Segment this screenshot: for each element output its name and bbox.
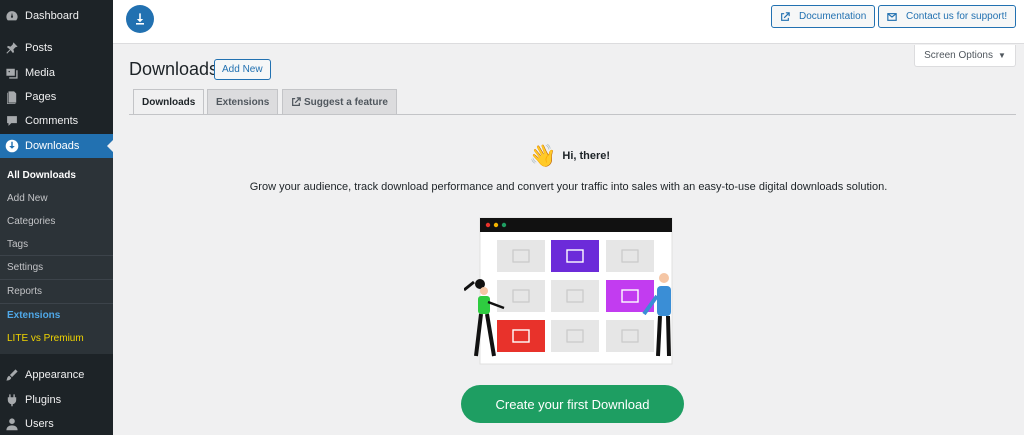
tabs-divider xyxy=(129,114,1016,115)
add-new-button[interactable]: Add New xyxy=(214,59,271,80)
submenu-tags[interactable]: Tags xyxy=(7,239,28,250)
submenu-categories[interactable]: Categories xyxy=(7,216,55,227)
create-first-download-button[interactable]: Create your first Download xyxy=(461,385,684,423)
sidebar-item-label: Posts xyxy=(25,42,53,54)
sidebar-item-plugins[interactable]: Plugins xyxy=(0,388,113,412)
submenu-divider xyxy=(0,303,113,304)
greeting-text: Hi, there! xyxy=(562,150,611,162)
submenu-lite-vs-premium[interactable]: LITE vs Premium xyxy=(7,333,84,344)
download-logo-icon xyxy=(126,5,154,33)
sidebar-item-posts[interactable]: Posts xyxy=(0,36,113,60)
sidebar-item-dashboard[interactable]: Dashboard xyxy=(0,4,113,28)
page-title: Downloads xyxy=(129,59,219,79)
submenu-all-downloads[interactable]: All Downloads xyxy=(7,170,76,181)
screen-options-label: Screen Options xyxy=(924,50,993,61)
envelope-icon xyxy=(887,12,897,21)
tab-label: Suggest a feature xyxy=(304,96,388,108)
dashboard-icon xyxy=(5,9,19,23)
sidebar-item-comments[interactable]: Comments xyxy=(0,109,113,133)
plugin-icon xyxy=(5,393,19,407)
tab-downloads[interactable]: Downloads xyxy=(133,89,205,115)
external-link-icon xyxy=(781,11,790,21)
submenu-reports[interactable]: Reports xyxy=(7,286,42,297)
sidebar-item-users[interactable]: Users xyxy=(0,412,113,435)
submenu-extensions[interactable]: Extensions xyxy=(7,310,60,321)
sidebar-item-label: Users xyxy=(25,418,54,430)
screen-options-toggle[interactable]: Screen Options ▼ xyxy=(914,45,1016,67)
sidebar-item-label: Media xyxy=(25,67,55,79)
tab-label: Extensions xyxy=(216,96,270,108)
sidebar-item-label: Comments xyxy=(25,115,79,127)
documentation-button[interactable]: Documentation xyxy=(771,5,876,28)
admin-sidebar: Dashboard Posts Media Pages Comments Dow… xyxy=(0,0,113,435)
tab-extensions[interactable]: Extensions xyxy=(207,89,279,114)
submenu-divider xyxy=(0,279,113,280)
download-icon xyxy=(5,139,19,153)
welcome-description: Grow your audience, track download perfo… xyxy=(249,181,888,193)
sidebar-item-media[interactable]: Media xyxy=(0,61,113,85)
sidebar-item-label: Dashboard xyxy=(25,10,79,22)
submenu-settings[interactable]: Settings xyxy=(7,262,43,273)
pin-icon xyxy=(5,41,19,55)
support-label: Contact us for support! xyxy=(906,11,1008,22)
welcome-greeting: 👋 Hi, there! xyxy=(529,145,610,167)
pages-icon xyxy=(5,90,19,104)
comments-icon xyxy=(5,114,19,128)
downloads-illustration xyxy=(464,217,673,365)
documentation-label: Documentation xyxy=(799,11,867,22)
sidebar-item-label: Appearance xyxy=(25,369,85,381)
submenu-add-new[interactable]: Add New xyxy=(7,193,48,204)
submenu-divider xyxy=(0,255,113,256)
sidebar-item-label: Plugins xyxy=(25,394,62,406)
plugin-header: Documentation Contact us for support! xyxy=(113,0,1024,44)
downloads-submenu: All Downloads Add New Categories Tags Se… xyxy=(0,158,113,354)
tab-label: Downloads xyxy=(142,97,196,108)
external-link-icon xyxy=(292,97,301,106)
sidebar-item-label: Downloads xyxy=(25,140,80,152)
waving-hand-icon: 👋 xyxy=(529,143,557,168)
sidebar-item-pages[interactable]: Pages xyxy=(0,85,113,109)
sidebar-item-downloads[interactable]: Downloads xyxy=(0,134,113,158)
caret-down-icon: ▼ xyxy=(998,51,1006,60)
media-icon xyxy=(5,66,19,80)
sidebar-item-appearance[interactable]: Appearance xyxy=(0,363,113,387)
sidebar-item-label: Pages xyxy=(25,91,57,103)
users-icon xyxy=(5,417,19,431)
brush-icon xyxy=(5,368,19,382)
tab-suggest-feature[interactable]: Suggest a feature xyxy=(282,89,397,114)
contact-support-button[interactable]: Contact us for support! xyxy=(878,5,1017,28)
